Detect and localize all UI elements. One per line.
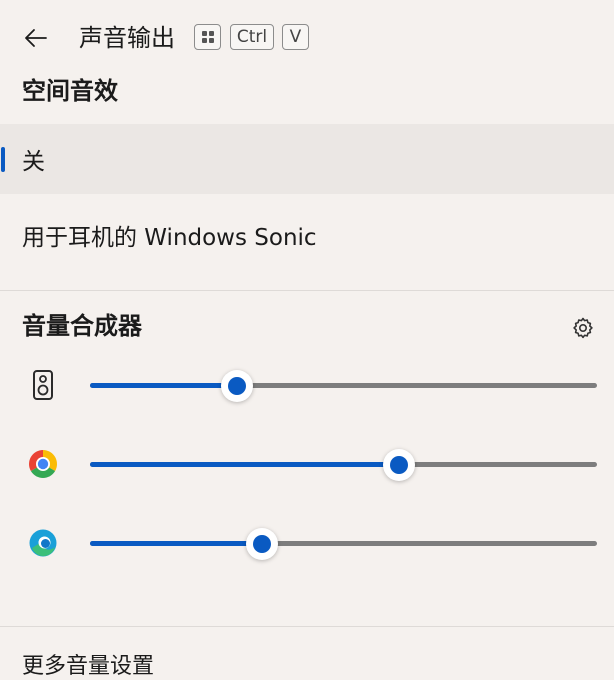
mixer-row-edge — [0, 513, 614, 573]
mixer-row-chrome — [0, 434, 614, 494]
mixer-row-speaker — [0, 355, 614, 415]
v-key-badge: V — [282, 24, 309, 50]
slider-thumb[interactable] — [383, 449, 416, 481]
option-label: 用于耳机的 Windows Sonic — [22, 225, 317, 251]
arrow-left-icon — [25, 29, 47, 47]
gear-icon — [573, 317, 593, 339]
mixer-settings-button[interactable] — [570, 315, 596, 341]
back-button[interactable] — [18, 20, 54, 56]
divider — [0, 626, 614, 627]
spatial-option-windows-sonic[interactable]: 用于耳机的 Windows Sonic — [0, 196, 614, 274]
selection-indicator — [1, 147, 5, 172]
slider-thumb[interactable] — [246, 528, 279, 560]
edge-icon — [27, 527, 59, 559]
header: 声音输出 Ctrl V — [0, 0, 614, 76]
volume-mixer-title: 音量合成器 — [22, 312, 142, 340]
more-volume-settings-link[interactable]: 更多音量设置 — [22, 648, 154, 680]
chrome-icon — [27, 448, 59, 480]
windows-key-badge — [194, 24, 221, 50]
windows-logo-icon — [201, 31, 214, 43]
volume-slider-chrome[interactable] — [90, 449, 597, 481]
page-title: 声音输出 — [79, 24, 175, 52]
slider-fill — [90, 541, 263, 546]
slider-fill — [90, 383, 238, 388]
slider-thumb[interactable] — [221, 370, 254, 402]
spatial-option-off[interactable]: 关 — [0, 124, 614, 194]
volume-slider-edge[interactable] — [90, 528, 597, 560]
divider — [0, 290, 614, 291]
ctrl-key-badge: Ctrl — [230, 24, 274, 50]
speaker-icon — [27, 369, 59, 401]
option-label: 关 — [22, 149, 45, 175]
slider-fill — [90, 462, 400, 467]
spatial-sound-title: 空间音效 — [22, 77, 118, 105]
volume-slider-speaker[interactable] — [90, 370, 597, 402]
